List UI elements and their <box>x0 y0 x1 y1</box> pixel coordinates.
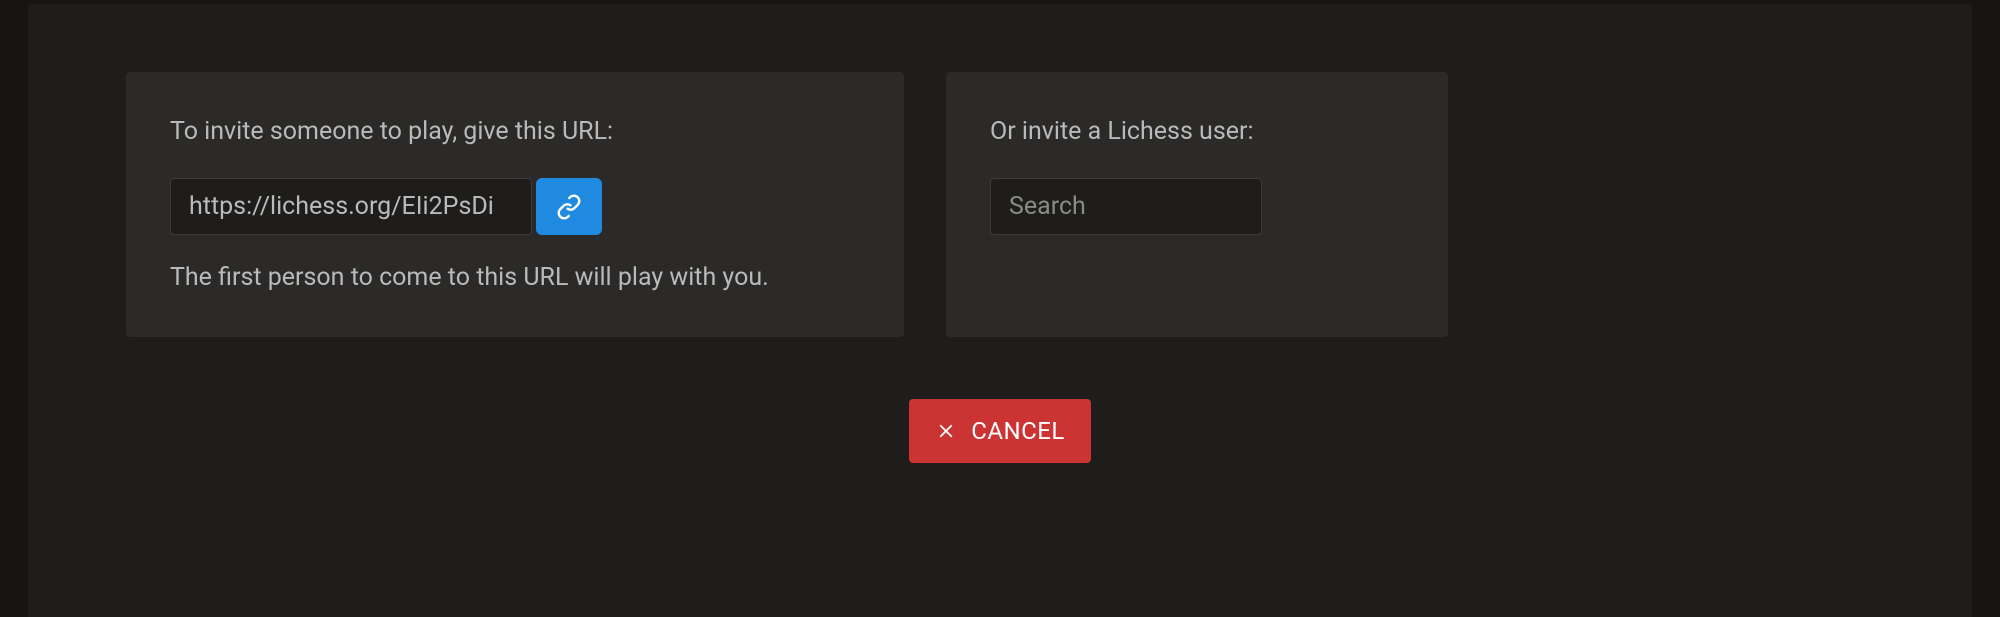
main-content: To invite someone to play, give this URL… <box>28 4 1972 617</box>
invite-url-panel: To invite someone to play, give this URL… <box>126 72 904 337</box>
url-input-row <box>170 178 860 235</box>
cancel-button[interactable]: CANCEL <box>909 399 1091 463</box>
invite-url-heading: To invite someone to play, give this URL… <box>170 117 860 146</box>
copy-url-button[interactable] <box>536 178 602 235</box>
cancel-button-label: CANCEL <box>971 417 1065 445</box>
panels-container: To invite someone to play, give this URL… <box>28 72 1972 337</box>
invite-user-heading: Or invite a Lichess user: <box>990 117 1404 146</box>
link-icon <box>556 194 582 220</box>
invite-user-panel: Or invite a Lichess user: <box>946 72 1448 337</box>
cancel-row: CANCEL <box>28 399 1972 463</box>
close-icon <box>935 420 957 442</box>
user-search-input[interactable] <box>990 178 1262 235</box>
invite-info-text: The first person to come to this URL wil… <box>170 263 860 292</box>
invite-url-input[interactable] <box>170 178 532 235</box>
